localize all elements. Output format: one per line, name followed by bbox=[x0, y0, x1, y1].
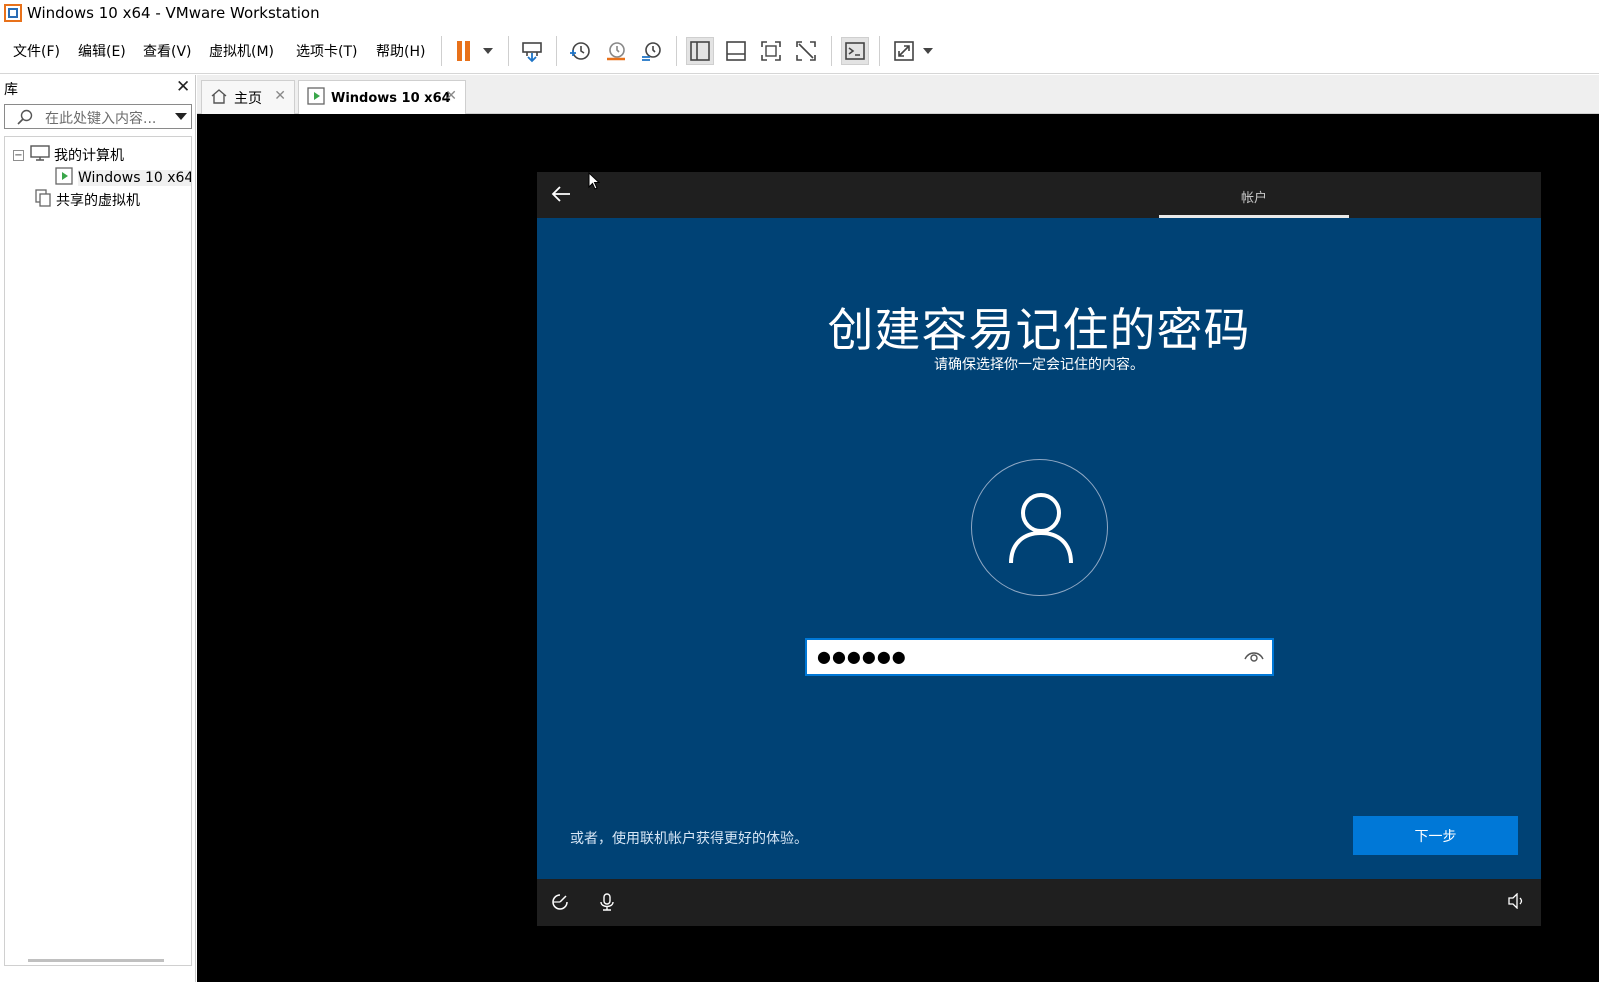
vm-icon bbox=[55, 167, 73, 189]
toolbar-separator bbox=[508, 36, 509, 66]
tree-label-vm: Windows 10 x64 bbox=[78, 170, 192, 186]
home-icon bbox=[210, 88, 228, 108]
menu-vm[interactable]: 虚拟机(M) bbox=[209, 41, 274, 61]
revert-snapshot-button[interactable] bbox=[602, 37, 630, 65]
page-title: 创建容易记住的密码 bbox=[827, 303, 1251, 357]
library-header: 库 ✕ bbox=[0, 75, 196, 101]
volume-icon[interactable] bbox=[1507, 892, 1525, 913]
section-underline bbox=[1159, 215, 1349, 218]
snapshot-manager-button[interactable] bbox=[638, 37, 666, 65]
unity-icon bbox=[796, 41, 816, 61]
menu-file[interactable]: 文件(F) bbox=[13, 41, 60, 61]
console-view-icon bbox=[845, 42, 865, 60]
send-ctrl-alt-del-icon bbox=[522, 42, 542, 63]
vm-icon bbox=[307, 87, 325, 109]
password-field[interactable]: ●●●●●● bbox=[805, 638, 1274, 676]
tree-label-shared: 共享的虚拟机 bbox=[56, 193, 140, 209]
microphone-icon[interactable] bbox=[599, 893, 615, 915]
user-avatar-icon bbox=[971, 459, 1108, 596]
tree-label-my-computer: 我的计算机 bbox=[54, 148, 124, 164]
snapshot-manager-icon bbox=[642, 42, 661, 61]
console-view-button[interactable] bbox=[841, 37, 869, 65]
close-icon[interactable]: ✕ bbox=[445, 88, 457, 104]
guest-header: 帐户 bbox=[537, 172, 1541, 218]
section-label: 帐户 bbox=[1240, 191, 1267, 206]
tab-vm[interactable]: Windows 10 x64 ✕ bbox=[298, 80, 466, 115]
pause-icon bbox=[457, 41, 470, 61]
menu-edit[interactable]: 编辑(E) bbox=[78, 41, 126, 61]
guest-footer bbox=[537, 879, 1541, 926]
search-icon bbox=[17, 109, 33, 129]
pause-button[interactable] bbox=[450, 37, 478, 65]
next-button[interactable]: 下一步 bbox=[1353, 816, 1518, 855]
menu-tabs[interactable]: 选项卡(T) bbox=[296, 41, 357, 61]
toolbar-separator bbox=[831, 36, 832, 66]
toolbar-separator bbox=[879, 36, 880, 66]
toolbar-separator bbox=[441, 36, 442, 66]
send-ctrl-alt-del-button[interactable] bbox=[518, 37, 546, 65]
menu-toolbar: 文件(F) 编辑(E) 查看(V) 虚拟机(M) 选项卡(T) 帮助(H) bbox=[0, 28, 1599, 74]
show-library-icon bbox=[690, 41, 710, 61]
mouse-cursor-icon bbox=[588, 171, 601, 194]
unity-button[interactable] bbox=[792, 37, 820, 65]
library-title: 库 bbox=[4, 82, 18, 98]
dropdown-arrow-icon bbox=[483, 48, 493, 54]
password-value: ●●●●●● bbox=[817, 647, 907, 666]
search-placeholder: 在此处键入内容... bbox=[45, 111, 157, 127]
menu-help[interactable]: 帮助(H) bbox=[376, 41, 425, 61]
library-search-input[interactable]: 在此处键入内容... bbox=[4, 104, 192, 129]
guest-oobe-screen[interactable]: 帐户 创建容易记住的密码 请确保选择你一定会记住的内容。 ●●●●●● 或者，使… bbox=[537, 172, 1541, 926]
tree-node-shared-vms[interactable]: 共享的虚拟机 bbox=[35, 189, 140, 211]
ease-of-access-icon[interactable] bbox=[551, 893, 569, 915]
tab-home[interactable]: 主页 ✕ bbox=[201, 80, 295, 114]
library-scrollbar[interactable] bbox=[28, 959, 164, 962]
stretch-icon bbox=[894, 41, 914, 61]
reveal-password-eye-icon[interactable] bbox=[1244, 649, 1264, 667]
page-subtitle: 请确保选择你一定会记住的内容。 bbox=[934, 357, 1144, 373]
stretch-dropdown-button[interactable] bbox=[918, 37, 938, 65]
library-close-icon[interactable]: ✕ bbox=[176, 77, 190, 97]
back-arrow-icon[interactable] bbox=[551, 185, 571, 207]
fullscreen-button[interactable] bbox=[757, 37, 785, 65]
title-bar: Windows 10 x64 - VMware Workstation bbox=[0, 0, 1599, 28]
tab-home-label: 主页 bbox=[234, 90, 262, 107]
vmware-icon bbox=[4, 4, 22, 22]
computer-icon bbox=[30, 145, 50, 165]
menu-view[interactable]: 查看(V) bbox=[143, 41, 192, 61]
online-account-link[interactable]: 或者，使用联机帐户获得更好的体验。 bbox=[570, 828, 808, 848]
thumbnail-bar-icon bbox=[726, 41, 746, 61]
shared-vm-icon bbox=[35, 189, 51, 211]
window-title: Windows 10 x64 - VMware Workstation bbox=[27, 4, 320, 22]
tab-vm-label: Windows 10 x64 bbox=[331, 90, 451, 106]
library-tree: − 我的计算机 Windows 10 x64 共享的虚拟机 bbox=[4, 136, 192, 966]
toolbar-separator bbox=[676, 36, 677, 66]
revert-snapshot-icon bbox=[607, 42, 625, 61]
dropdown-arrow-icon bbox=[923, 48, 933, 54]
tree-node-vm[interactable]: Windows 10 x64 bbox=[55, 167, 192, 189]
tab-strip: 主页 ✕ Windows 10 x64 ✕ bbox=[197, 75, 1599, 115]
close-icon[interactable]: ✕ bbox=[274, 88, 286, 104]
thumbnail-bar-button[interactable] bbox=[722, 37, 750, 65]
power-dropdown-button[interactable] bbox=[476, 37, 500, 65]
tree-node-my-computer[interactable]: − 我的计算机 bbox=[13, 145, 124, 165]
take-snapshot-button[interactable] bbox=[566, 37, 594, 65]
fullscreen-icon bbox=[761, 41, 781, 61]
search-dropdown-icon[interactable] bbox=[175, 113, 187, 120]
snapshot-icon bbox=[570, 42, 590, 60]
library-panel: 库 ✕ 在此处键入内容... − 我的计算机 Windows 10 x64 共享 bbox=[0, 75, 196, 982]
stretch-button[interactable] bbox=[890, 37, 918, 65]
toolbar-separator bbox=[556, 36, 557, 66]
collapse-icon[interactable]: − bbox=[13, 149, 24, 161]
show-library-button[interactable] bbox=[686, 37, 714, 65]
vm-console[interactable]: 帐户 创建容易记住的密码 请确保选择你一定会记住的内容。 ●●●●●● 或者，使… bbox=[197, 114, 1599, 982]
